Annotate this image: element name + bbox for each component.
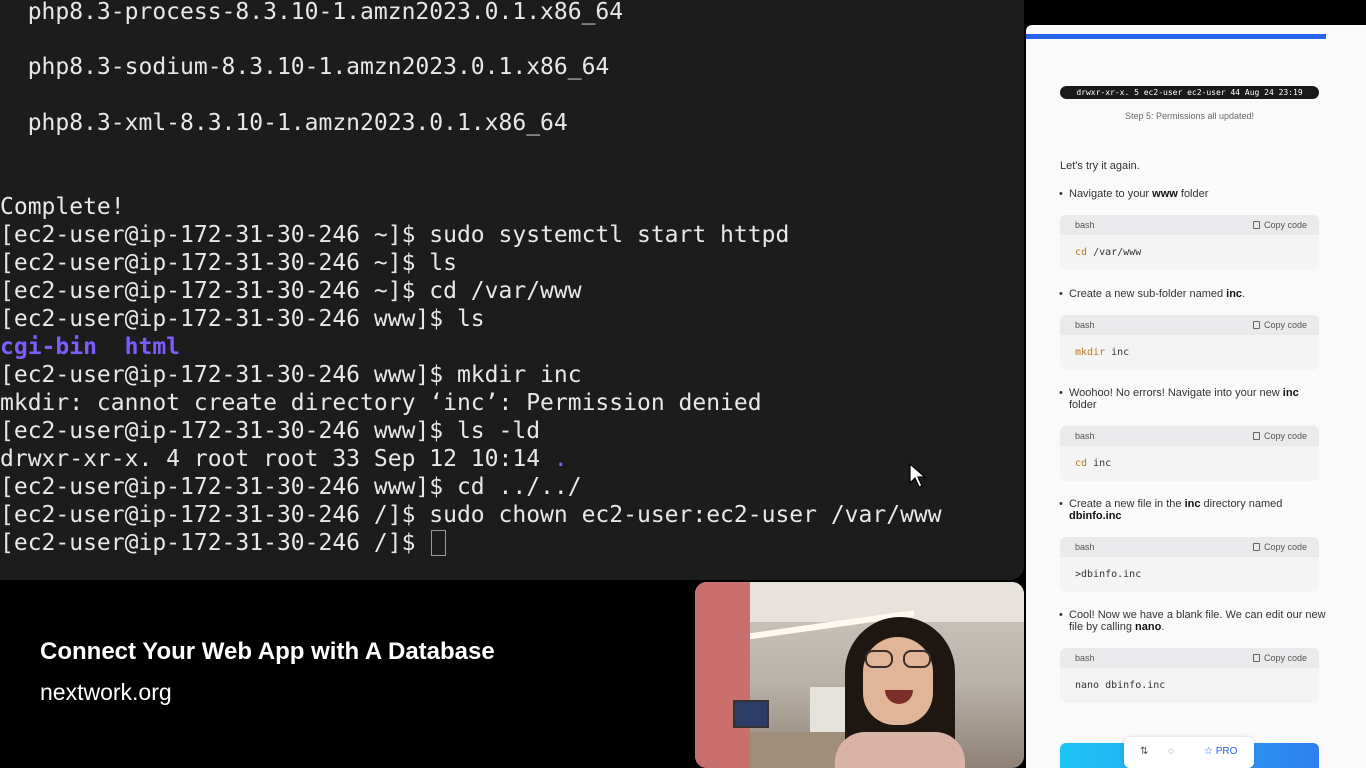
terminal-line: php8.3-sodium-8.3.10-1.amzn2023.0.1.x86_…: [0, 54, 610, 80]
code-block: bash Copy code cd inc: [1060, 426, 1319, 481]
image-caption: Step 5: Permissions all updated!: [1124, 111, 1255, 121]
code-lang: bash: [1075, 320, 1095, 330]
copy-code-button[interactable]: Copy code: [1252, 653, 1307, 663]
ls-ld-dot: .: [553, 446, 568, 472]
terminal-line: [ec2-user@ip-172-31-30-246 www]$ mkdir i…: [0, 362, 582, 388]
code-block: bash Copy code mkdir inc: [1060, 315, 1319, 370]
code-block: bash Copy code cd /var/www: [1060, 215, 1319, 270]
prompt-text: [ec2-user@ip-172-31-30-246 /]$: [0, 530, 430, 556]
dir-cgi-bin: cgi-bin: [0, 334, 97, 360]
dir-html: html: [124, 334, 181, 360]
copy-code-button[interactable]: Copy code: [1252, 542, 1307, 552]
code-lang: bash: [1075, 542, 1095, 552]
terminal-ls-ld-output: drwxr-xr-x. 4 root root 33 Sep 12 10:14 …: [0, 445, 568, 473]
progress-bar: [1026, 34, 1326, 39]
ls-ld-text: drwxr-xr-x. 4 root root 33 Sep 12 10:14: [0, 446, 554, 472]
copy-icon: [1252, 432, 1260, 440]
code-text: cd /var/www: [1075, 247, 1142, 258]
terminal-line: php8.3-xml-8.3.10-1.amzn2023.0.1.x86_64: [0, 110, 568, 136]
code-block: bash Copy code >dbinfo.inc: [1060, 537, 1319, 592]
code-text: mkdir inc: [1075, 347, 1130, 358]
terminal-prompt[interactable]: [ec2-user@ip-172-31-30-246 /]$: [0, 529, 447, 557]
webcam-presenter-video: [695, 582, 1024, 768]
translate-icon[interactable]: ⇅: [1140, 746, 1148, 757]
terminal-window[interactable]: php8.3-process-8.3.10-1.amzn2023.0.1.x86…: [0, 0, 1024, 580]
chat-icon[interactable]: ◌: [1168, 746, 1174, 757]
terminal-line: [ec2-user@ip-172-31-30-246 www]$ cd ../.…: [0, 474, 582, 500]
terminal-line: [ec2-user@ip-172-31-30-246 www]$ ls: [0, 306, 485, 332]
copy-code-button[interactable]: Copy code: [1252, 220, 1307, 230]
code-lang: bash: [1075, 653, 1095, 663]
code-block: bash Copy code nano dbinfo.inc: [1060, 648, 1319, 703]
code-lang: bash: [1075, 431, 1095, 441]
copy-icon: [1252, 543, 1260, 551]
copy-icon: [1252, 221, 1260, 229]
terminal-line: [ec2-user@ip-172-31-30-246 /]$ sudo chow…: [0, 502, 942, 528]
floating-toolbar[interactable]: ⇅ ◌ ☆ PRO: [1124, 737, 1254, 768]
text-cursor: [431, 530, 447, 556]
step-navigate-inc: Woohoo! No errors! Navigate into your ne…: [1059, 387, 1329, 411]
code-text: nano dbinfo.inc: [1075, 680, 1166, 691]
terminal-line: Complete!: [0, 194, 125, 220]
step-create-file: Create a new file in the inc directory n…: [1059, 498, 1329, 522]
terminal-line: [ec2-user@ip-172-31-30-246 www]$ ls -ld: [0, 418, 541, 444]
terminal-line: php8.3-process-8.3.10-1.amzn2023.0.1.x86…: [0, 0, 624, 25]
step-create-inc: Create a new sub-folder named inc.: [1059, 288, 1329, 300]
terminal-line: [ec2-user@ip-172-31-30-246 ~]$ cd /var/w…: [0, 278, 582, 304]
terminal-line: [ec2-user@ip-172-31-30-246 ~]$ ls: [0, 250, 457, 276]
step-navigate-www: Navigate to your www folder: [1059, 188, 1329, 200]
terminal-error-line: mkdir: cannot create directory ‘inc’: Pe…: [0, 390, 762, 416]
terminal-line: [ec2-user@ip-172-31-30-246 ~]$ sudo syst…: [0, 222, 790, 248]
code-lang: bash: [1075, 220, 1095, 230]
copy-code-button[interactable]: Copy code: [1252, 431, 1307, 441]
instructions-panel[interactable]: drwxr-xr-x. 5 ec2-user ec2-user 44 Aug 2…: [1026, 25, 1366, 768]
copy-icon: [1252, 654, 1260, 662]
intro-text: Let's try it again.: [1060, 160, 1140, 172]
video-site: nextwork.org: [40, 679, 172, 705]
code-text: cd inc: [1075, 458, 1112, 469]
step-edit-nano: Cool! Now we have a blank file. We can e…: [1059, 609, 1329, 633]
pro-button[interactable]: ☆ PRO: [1204, 746, 1237, 757]
video-title: Connect Your Web App with A Database: [40, 638, 495, 665]
code-text: >dbinfo.inc: [1075, 569, 1142, 580]
mouse-pointer-icon: [909, 463, 927, 488]
copy-code-button[interactable]: Copy code: [1252, 320, 1307, 330]
terminal-ls-output: cgi-bin html: [0, 333, 180, 361]
copy-icon: [1252, 321, 1260, 329]
permissions-output-image: drwxr-xr-x. 5 ec2-user ec2-user 44 Aug 2…: [1060, 86, 1319, 99]
